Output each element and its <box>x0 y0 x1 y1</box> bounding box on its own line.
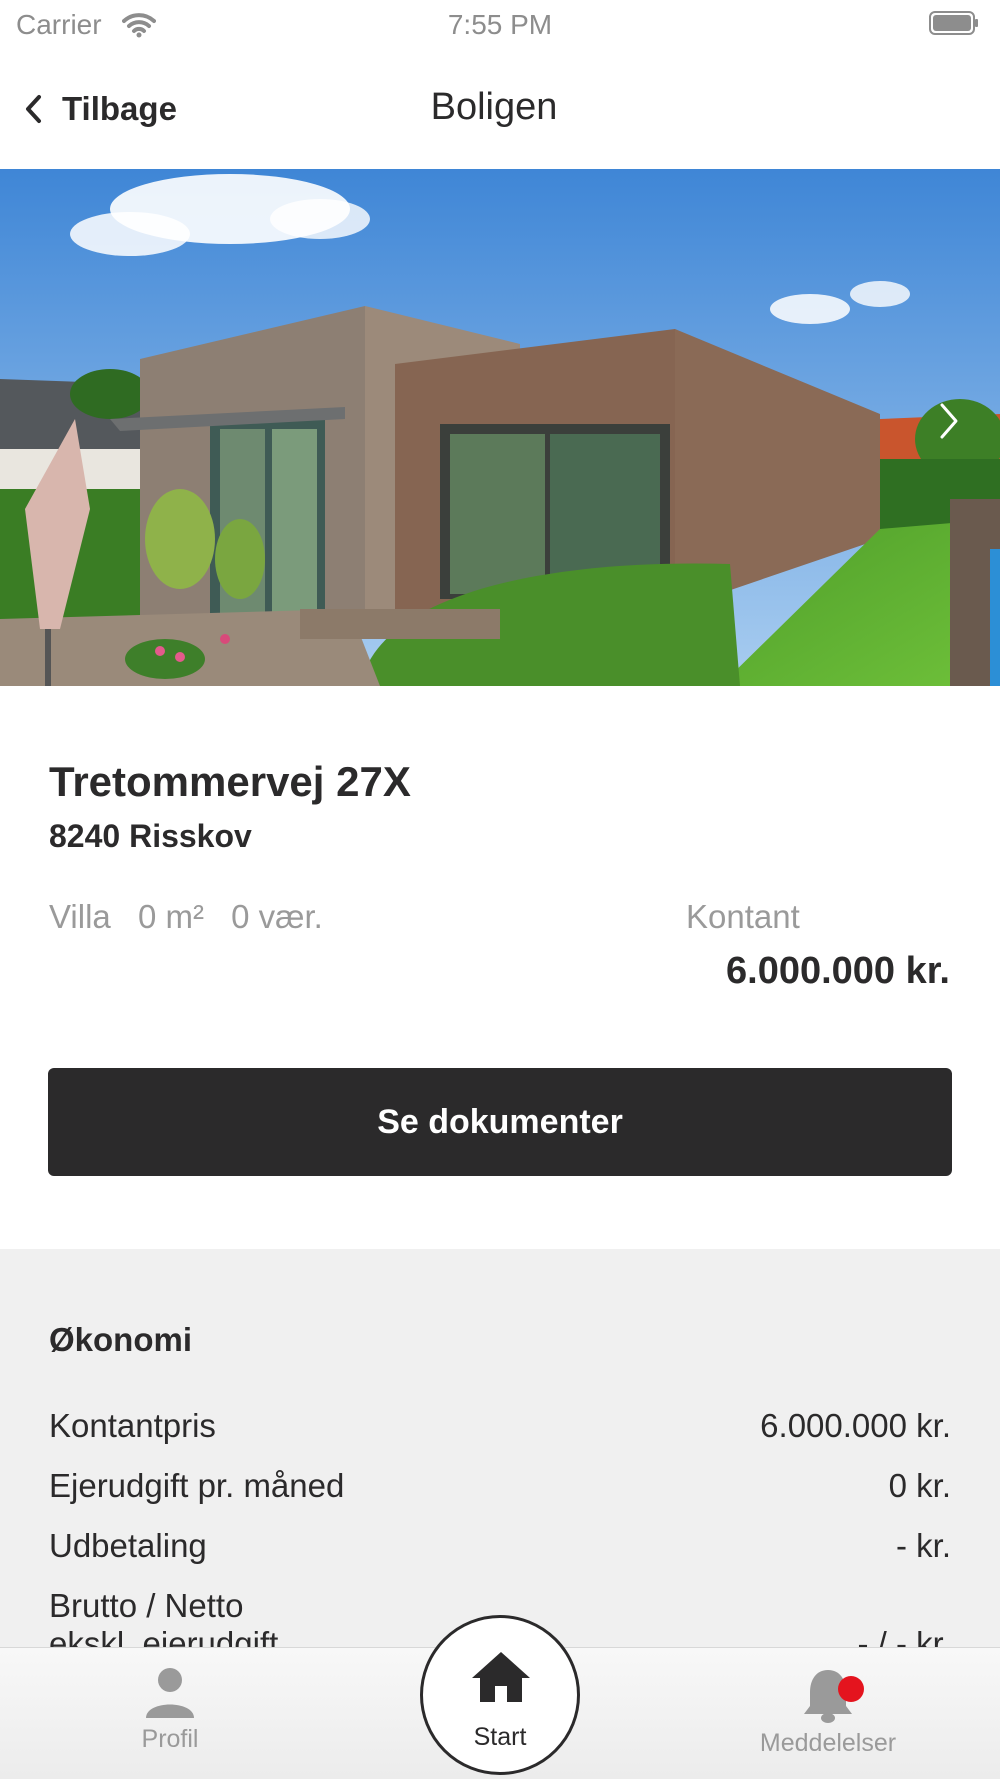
tab-notifications-label: Meddelelser <box>759 1729 897 1757</box>
house-photo-image <box>0 169 1000 686</box>
property-street: Tretommervej 27X <box>49 758 411 805</box>
property-facts: Villa 0 m² 0 vær. <box>49 898 341 936</box>
economy-row-value: - / - kr. <box>857 1625 952 1649</box>
economy-row-label: Udbetaling <box>49 1527 207 1564</box>
page-title: Boligen <box>430 86 558 128</box>
economy-row-value: 6.000.000 kr. <box>760 1407 951 1444</box>
person-icon <box>146 1668 194 1718</box>
economy-row-label: Ejerudgift pr. måned <box>49 1467 345 1504</box>
economy-row-value: 0 kr. <box>888 1467 951 1504</box>
property-area: 0 m² <box>137 898 204 935</box>
tab-profile[interactable]: Profil <box>120 1666 220 1754</box>
tab-profile-label: Profil <box>141 1725 199 1753</box>
price-label: Kontant <box>686 898 800 935</box>
status-time: 7:55 PM <box>447 9 553 40</box>
status-bar: Carrier 7:55 PM <box>0 0 1000 50</box>
property-type: Villa <box>49 898 111 935</box>
economy-row-label: Kontantpris <box>49 1407 216 1444</box>
see-documents-button[interactable]: Se dokumenter <box>48 1068 952 1176</box>
price-value: 6.000.000 kr. <box>726 950 950 992</box>
property-photo[interactable] <box>0 169 1000 686</box>
economy-row-value: - kr. <box>896 1527 951 1564</box>
tab-start-label: Start <box>473 1723 527 1751</box>
tab-start[interactable]: Start <box>420 1615 580 1775</box>
home-icon <box>472 1652 530 1702</box>
economy-row-label: Brutto / Netto ekskl. ejerudgift <box>49 1587 279 1649</box>
battery-icon <box>929 11 978 35</box>
property-city: 8240 Risskov <box>49 818 252 854</box>
next-photo-icon[interactable] <box>938 401 960 441</box>
notification-badge <box>838 1676 864 1702</box>
property-rooms: 0 vær. <box>231 898 323 935</box>
navigation-bar: Tilbage Boligen <box>0 50 1000 168</box>
economy-section: Økonomi Kontantpris 6.000.000 kr. Ejerud… <box>0 1249 1000 1649</box>
economy-title: Økonomi <box>49 1321 193 1358</box>
tab-notifications[interactable]: Meddelelser <box>738 1666 918 1758</box>
